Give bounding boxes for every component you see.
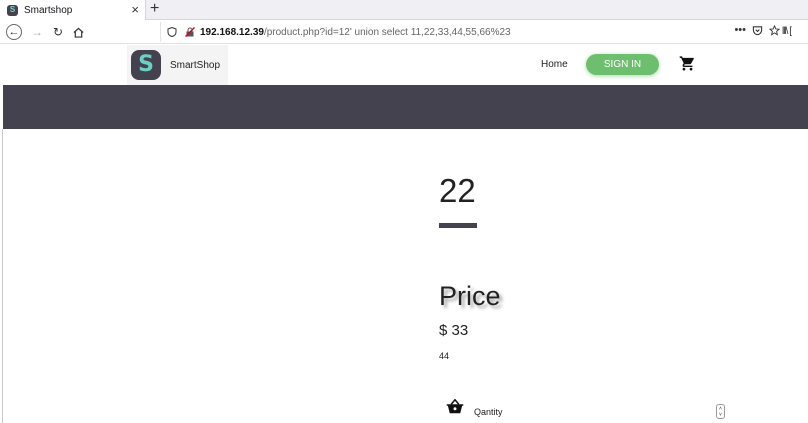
star-icon[interactable]	[769, 24, 780, 36]
cart-icon[interactable]	[679, 55, 696, 72]
nav-home-link[interactable]: Home	[541, 59, 568, 70]
back-arrow-icon[interactable]: ←	[6, 24, 22, 40]
price-value: $ 33	[439, 322, 469, 339]
url-path: /product.php?id=12' union select 11,22,3…	[263, 26, 511, 38]
home-icon[interactable]	[70, 24, 86, 40]
tab-close-icon[interactable]: ×	[131, 2, 139, 18]
site-header: S SmartShop Home SIGN IN	[0, 45, 808, 85]
quantity-label: Qantity	[474, 407, 503, 417]
reload-icon[interactable]: ↻	[50, 24, 66, 40]
url-actions: •••	[734, 24, 780, 36]
price-heading: Price	[439, 281, 501, 311]
page-actions-menu-icon[interactable]: •••	[734, 24, 746, 36]
quantity-stepper[interactable]: ˄ ˅	[716, 404, 725, 419]
page-left-border	[2, 129, 3, 423]
tab-title: Smartshop	[24, 4, 73, 16]
header-banner	[3, 85, 808, 129]
product-extra-value: 44	[439, 351, 450, 361]
pocket-icon[interactable]	[752, 25, 763, 36]
url-host: 192.168.12.39	[200, 26, 264, 38]
sign-in-button[interactable]: SIGN IN	[586, 54, 659, 75]
browser-navbar: ← → ↻ 192.168.12.39/product.php?id=12' u…	[0, 20, 808, 44]
logo-icon: S	[131, 50, 161, 80]
browser-tab[interactable]: S Smartshop ×	[0, 0, 146, 20]
forward-arrow-icon[interactable]: →	[29, 24, 45, 40]
browser-tabbar: S Smartshop × +	[0, 0, 808, 20]
tab-favicon-icon: S	[7, 4, 18, 16]
library-sidebar-icons[interactable]: lll\ [	[782, 26, 792, 37]
new-tab-icon[interactable]: +	[150, 0, 159, 18]
insecure-lock-icon[interactable]	[185, 27, 195, 37]
title-divider	[439, 223, 477, 228]
product-title: 22	[439, 172, 476, 209]
stepper-down-icon[interactable]: ˅	[719, 412, 722, 418]
address-bar[interactable]: 192.168.12.39/product.php?id=12' union s…	[160, 22, 780, 42]
brand-name: SmartShop	[170, 59, 221, 71]
brand-logo[interactable]: S SmartShop	[127, 45, 228, 85]
basket-icon	[446, 399, 464, 414]
shield-icon[interactable]	[167, 27, 177, 37]
